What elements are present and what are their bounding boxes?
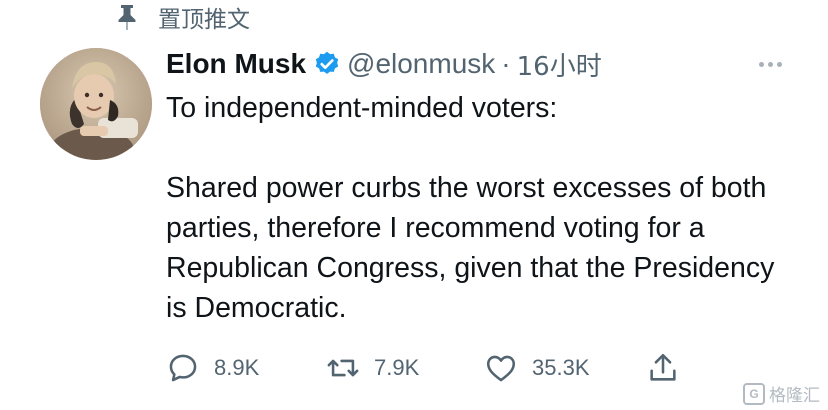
pin-icon — [118, 5, 136, 30]
retweet-count: 7.9K — [374, 355, 420, 380]
more-options-icon[interactable] — [752, 52, 788, 76]
separator-dot: · — [501, 48, 511, 79]
reply-count: 8.9K — [214, 355, 260, 380]
tweet-text: To independent-minded voters: Shared pow… — [166, 88, 796, 328]
watermark: G 格隆汇 — [743, 381, 820, 406]
tweet-text-line1: To independent-minded voters: — [166, 92, 558, 124]
tweet-text-line2: Shared power curbs the worst excesses of… — [166, 172, 775, 324]
like-button[interactable]: 35.3K — [484, 346, 590, 390]
tweet-header: Elon Musk @elonmusk · 16小时 — [166, 44, 602, 84]
reply-icon — [169, 354, 197, 382]
retweet-button[interactable]: 7.9K — [326, 346, 419, 390]
tweet-actions: 8.9K 7.9K 35.3K — [166, 346, 686, 390]
verified-badge-icon — [315, 51, 339, 74]
author-name[interactable]: Elon Musk — [166, 48, 306, 80]
share-button[interactable] — [646, 346, 680, 390]
share-icon — [650, 353, 676, 381]
avatar[interactable] — [40, 48, 152, 160]
like-count: 35.3K — [532, 355, 590, 380]
retweet-icon — [327, 359, 359, 377]
author-handle[interactable]: @elonmusk — [347, 48, 495, 80]
watermark-text: 格隆汇 — [769, 386, 820, 406]
reply-button[interactable]: 8.9K — [166, 346, 259, 390]
pinned-indicator: 置顶推文 — [112, 2, 250, 33]
watermark-logo: G — [743, 382, 765, 405]
heart-icon — [486, 355, 516, 382]
tweet-timestamp[interactable]: 16小时 — [517, 46, 602, 83]
pinned-label: 置顶推文 — [158, 7, 250, 33]
